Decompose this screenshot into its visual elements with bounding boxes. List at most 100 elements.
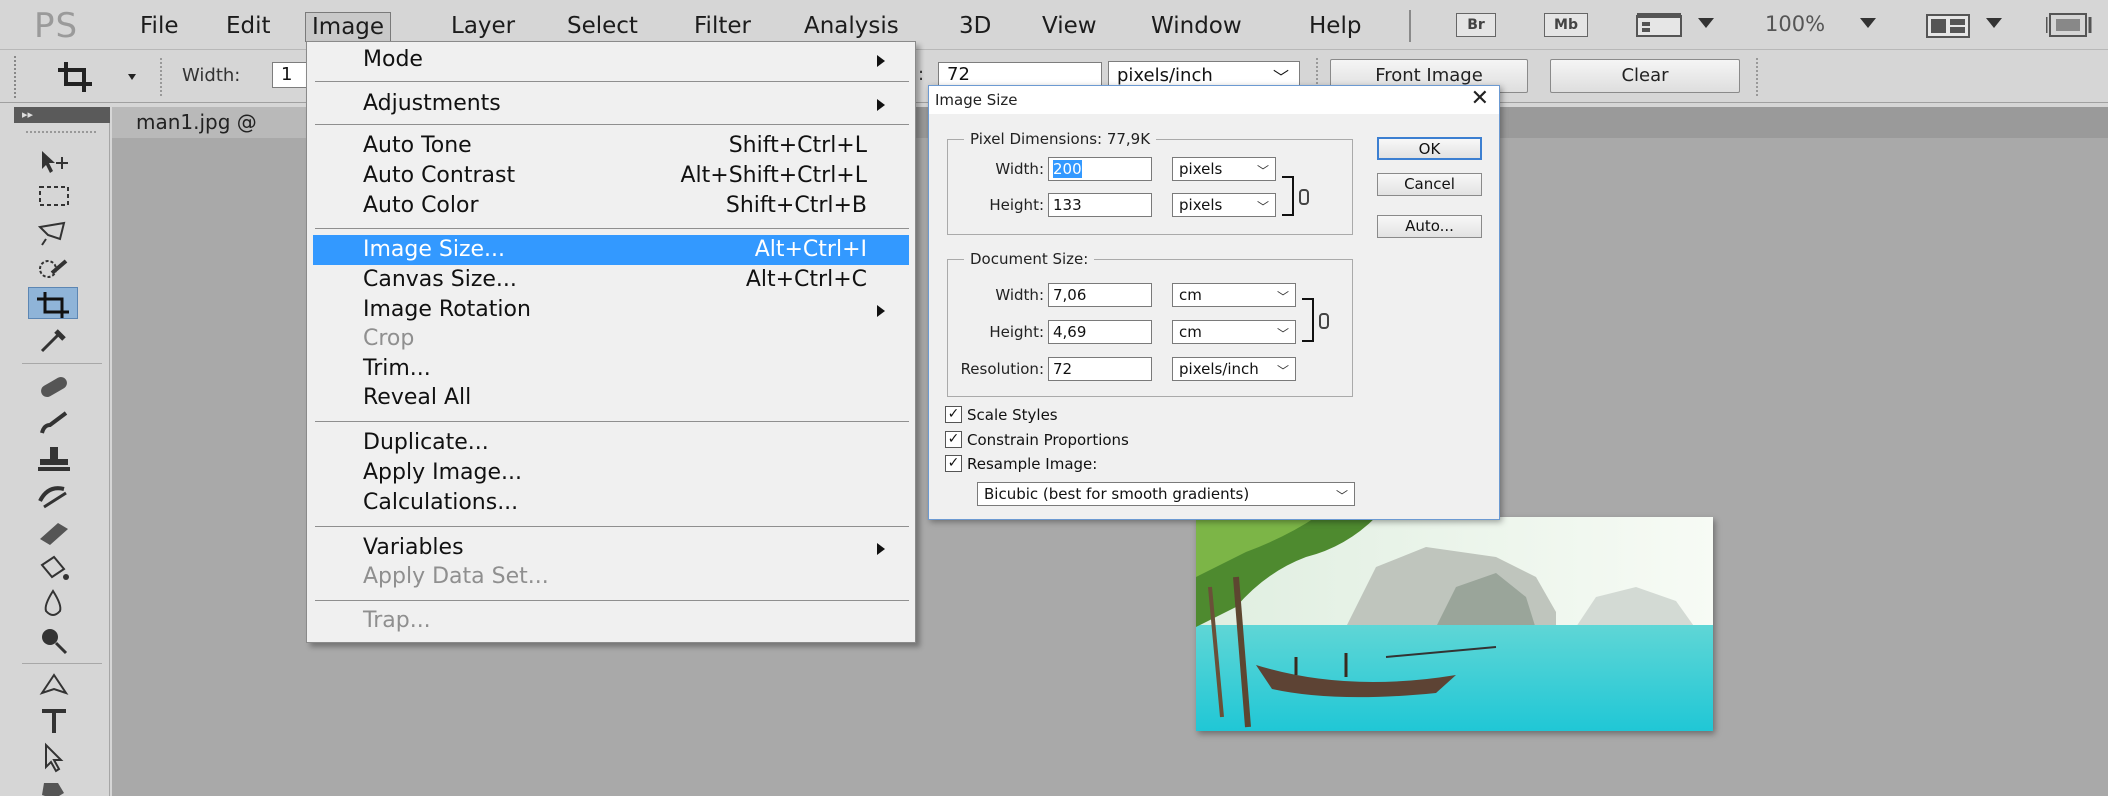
path-selection-tool-icon[interactable]	[28, 741, 78, 773]
menu-select[interactable]: Select	[561, 12, 644, 42]
close-icon[interactable]: ✕	[1471, 86, 1489, 111]
constrain-proportions-checkbox[interactable]: ✓	[945, 431, 962, 448]
menu-item-calculations[interactable]: Calculations...	[313, 488, 909, 518]
tools-panel-grip[interactable]	[26, 131, 96, 135]
crop-tool-preset-icon	[58, 62, 136, 92]
menu-window[interactable]: Window	[1145, 12, 1248, 42]
tools-panel-header[interactable]: ▸▸	[14, 107, 110, 123]
menu-item-image-rotation[interactable]: Image Rotation	[313, 295, 909, 325]
clone-stamp-tool-icon[interactable]	[28, 443, 78, 475]
move-tool-icon[interactable]	[28, 145, 78, 177]
eraser-tool-icon[interactable]	[28, 515, 78, 547]
quick-selection-tool-icon[interactable]	[28, 253, 78, 285]
menu-3d[interactable]: 3D	[953, 12, 997, 42]
dodge-tool-icon[interactable]	[28, 623, 78, 655]
doc-height-input[interactable]: 4,69	[1048, 320, 1152, 344]
resolution-label: Resolution:	[960, 360, 1044, 378]
paint-bucket-tool-icon[interactable]	[28, 551, 78, 583]
pen-tool-icon[interactable]	[28, 669, 78, 701]
menu-item-apply-data-set: Apply Data Set...	[313, 562, 909, 592]
resolution-input[interactable]: 72	[1048, 357, 1152, 381]
menu-layer[interactable]: Layer	[445, 12, 521, 42]
zoom-dropdown-icon[interactable]	[1860, 18, 1876, 28]
ok-button[interactable]: OK	[1377, 137, 1482, 160]
brush-tool-icon[interactable]	[28, 407, 78, 439]
menu-item-variables[interactable]: Variables	[313, 533, 909, 563]
resample-image-checkbox[interactable]: ✓	[945, 455, 962, 472]
view-extras-icon[interactable]	[1636, 12, 1684, 38]
menu-file[interactable]: File	[134, 12, 185, 42]
menu-separator	[315, 600, 909, 601]
menu-item-auto-color[interactable]: Auto Color Shift+Ctrl+B	[313, 191, 909, 221]
pixel-height-label: Height:	[989, 196, 1044, 214]
submenu-arrow-icon	[877, 543, 885, 555]
auto-button[interactable]: Auto...	[1377, 215, 1482, 238]
resample-method-select[interactable]: Bicubic (best for smooth gradients) ﹀	[977, 482, 1355, 506]
shortcut-label: Alt+Ctrl+I	[754, 237, 867, 262]
arrange-dropdown-icon[interactable]	[1986, 18, 2002, 28]
menu-image[interactable]: Image	[305, 12, 392, 42]
pixel-width-input[interactable]: 200	[1048, 157, 1152, 181]
menu-help[interactable]: Help	[1303, 12, 1367, 42]
options-width-input[interactable]: 1	[272, 62, 308, 88]
history-brush-tool-icon[interactable]	[28, 479, 78, 511]
menu-item-label: Apply Data Set...	[363, 564, 549, 589]
eyedropper-tool-icon[interactable]	[28, 323, 78, 355]
menu-item-mode[interactable]: Mode	[313, 45, 909, 75]
marquee-tool-icon[interactable]	[28, 181, 78, 213]
dialog-titlebar[interactable]: Image Size ✕	[929, 86, 1499, 114]
menu-item-canvas-size[interactable]: Canvas Size... Alt+Ctrl+C	[313, 265, 909, 295]
doc-height-unit-select[interactable]: cm ﹀	[1172, 320, 1296, 344]
screen-mode-icon[interactable]	[2044, 11, 2092, 39]
pixel-height-input[interactable]: 133	[1048, 193, 1152, 217]
resolution-unit: pixels/inch	[1179, 360, 1259, 378]
menu-item-duplicate[interactable]: Duplicate...	[313, 428, 909, 458]
menu-item-trim[interactable]: Trim...	[313, 354, 909, 384]
menu-edit[interactable]: Edit	[220, 12, 277, 42]
menu-item-label: Image Size...	[363, 237, 506, 262]
cancel-button[interactable]: Cancel	[1377, 173, 1482, 196]
tools-separator	[22, 663, 102, 664]
menu-analysis[interactable]: Analysis	[798, 12, 905, 42]
menu-item-auto-contrast[interactable]: Auto Contrast Alt+Shift+Ctrl+L	[313, 161, 909, 191]
zoom-level[interactable]: 100%	[1765, 12, 1825, 36]
pixel-width-value: 200	[1053, 160, 1082, 178]
tool-preset-picker[interactable]	[54, 58, 144, 94]
menu-filter[interactable]: Filter	[688, 12, 757, 42]
lasso-tool-icon[interactable]	[28, 217, 78, 249]
type-tool-icon[interactable]	[28, 705, 78, 737]
bridge-button[interactable]: Br	[1456, 13, 1496, 37]
view-extras-dropdown-icon[interactable]	[1698, 18, 1714, 28]
pixel-height-unit-select[interactable]: pixels ﹀	[1172, 193, 1276, 217]
menu-item-auto-tone[interactable]: Auto Tone Shift+Ctrl+L	[313, 131, 909, 161]
doc-height-unit: cm	[1179, 323, 1202, 341]
custom-shape-tool-icon[interactable]	[28, 775, 78, 796]
menu-item-reveal-all[interactable]: Reveal All	[313, 383, 909, 413]
scale-styles-checkbox[interactable]: ✓	[945, 406, 962, 423]
options-bar-grip[interactable]	[14, 56, 20, 98]
doc-width-unit-select[interactable]: cm ﹀	[1172, 283, 1296, 307]
menu-item-image-size[interactable]: Image Size... Alt+Ctrl+I	[313, 235, 909, 265]
chevron-down-icon: ﹀	[1256, 164, 1269, 178]
constrain-proportions-label: Constrain Proportions	[967, 431, 1129, 449]
pixel-height-unit: pixels	[1179, 196, 1223, 214]
mini-bridge-button[interactable]: Mb	[1544, 13, 1588, 37]
blur-tool-icon[interactable]	[28, 587, 78, 619]
menu-view[interactable]: View	[1036, 12, 1103, 42]
doc-width-input[interactable]: 7,06	[1048, 283, 1152, 307]
crop-tool-icon[interactable]	[28, 287, 78, 319]
tools-panel: ▸▸	[14, 107, 110, 796]
chain-link-icon	[1299, 189, 1309, 205]
pixel-width-unit: pixels	[1179, 160, 1223, 178]
menu-item-adjustments[interactable]: Adjustments	[313, 89, 909, 119]
arrange-documents-icon[interactable]	[1926, 13, 1972, 39]
healing-brush-tool-icon[interactable]	[28, 371, 78, 403]
doc-width-label: Width:	[995, 286, 1044, 304]
document-image[interactable]	[1196, 517, 1713, 731]
menu-item-apply-image[interactable]: Apply Image...	[313, 458, 909, 488]
resolution-unit-select[interactable]: pixels/inch ﹀	[1172, 357, 1296, 381]
menu-item-label: Apply Image...	[363, 460, 522, 485]
menu-item-label: Image Rotation	[363, 297, 531, 322]
clear-button[interactable]: Clear	[1550, 59, 1740, 93]
pixel-width-unit-select[interactable]: pixels ﹀	[1172, 157, 1276, 181]
